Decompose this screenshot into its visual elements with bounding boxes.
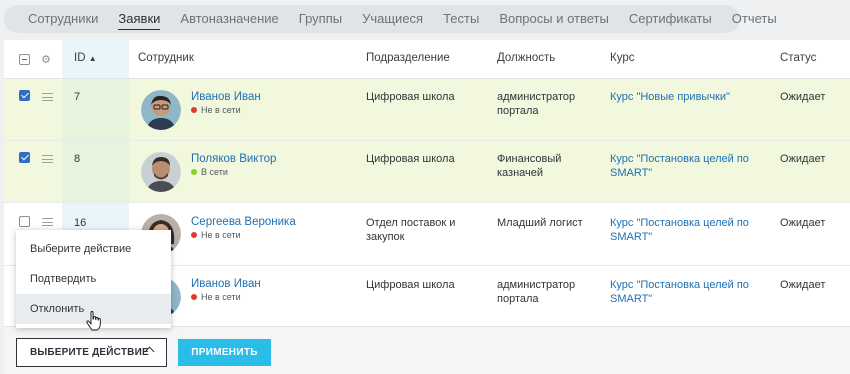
- id-cell-bg: [62, 79, 129, 140]
- presence-status: Не в сети: [191, 292, 241, 302]
- employee-name[interactable]: Поляков Виктор: [191, 153, 276, 165]
- header-employee: Сотрудник: [138, 52, 194, 64]
- position-cell: администратор портала: [497, 91, 576, 117]
- tab-qa[interactable]: Вопросы и ответы: [489, 5, 618, 33]
- row-id: 16: [74, 217, 87, 229]
- avatar[interactable]: [141, 90, 181, 130]
- status-cell: Ожидает: [780, 279, 826, 291]
- header-id[interactable]: ID ▲: [74, 52, 97, 64]
- status-dot-icon: [191, 169, 197, 175]
- course-link[interactable]: Курс "Новые привычки": [610, 90, 765, 104]
- status-dot-icon: [191, 232, 197, 238]
- department-cell: Отдел поставок и закупок: [366, 217, 456, 243]
- course-link[interactable]: Курс "Постановка целей по SMART": [610, 278, 760, 306]
- table-header: ⚙ ID ▲ Сотрудник Подразделение Должность…: [4, 40, 850, 79]
- employee-name[interactable]: Иванов Иван: [191, 91, 261, 103]
- position-cell: Младший логист: [497, 217, 583, 229]
- menu-item-choose-action[interactable]: Выберите действие: [16, 234, 171, 264]
- position-cell: Финансовый казначей: [497, 153, 562, 179]
- apply-button[interactable]: ПРИМЕНИТЬ: [178, 339, 271, 366]
- status-cell: Ожидает: [780, 153, 826, 165]
- tab-groups[interactable]: Группы: [289, 5, 352, 33]
- header-status: Статус: [780, 52, 817, 64]
- row-id: 7: [74, 91, 81, 103]
- table-row[interactable]: 8 Поляков Виктор В сети Цифровая школа Ф…: [4, 141, 850, 203]
- tab-auto-assign[interactable]: Автоназначение: [170, 5, 288, 33]
- avatar[interactable]: [141, 152, 181, 192]
- department-cell: Цифровая школа: [366, 153, 455, 165]
- tab-employees[interactable]: Сотрудники: [18, 5, 108, 33]
- tabs-bar: Сотрудники Заявки Автоназначение Группы …: [4, 5, 777, 33]
- app-root: Сотрудники Заявки Автоназначение Группы …: [0, 0, 850, 374]
- hand-pointer-icon: [86, 311, 101, 331]
- row-id: 8: [74, 153, 81, 165]
- drag-handle-icon[interactable]: [42, 155, 53, 163]
- drag-handle-icon[interactable]: [42, 93, 53, 101]
- select-all-checkbox[interactable]: [19, 54, 30, 65]
- status-cell: Ожидает: [780, 91, 826, 103]
- row-checkbox[interactable]: [19, 90, 30, 101]
- course-link[interactable]: Курс "Постановка целей по SMART": [610, 216, 760, 244]
- tab-reports[interactable]: Отчеты: [722, 5, 787, 33]
- tab-students[interactable]: Учащиеся: [352, 5, 433, 33]
- row-checkbox[interactable]: [19, 216, 30, 227]
- presence-status: В сети: [191, 167, 228, 177]
- tab-requests[interactable]: Заявки: [108, 5, 170, 33]
- id-cell-bg: [62, 141, 129, 202]
- menu-item-approve[interactable]: Подтвердить: [16, 264, 171, 294]
- course-link[interactable]: Курс "Постановка целей по SMART": [610, 152, 760, 180]
- department-cell: Цифровая школа: [366, 279, 455, 291]
- drag-handle-icon[interactable]: [42, 218, 53, 226]
- employee-name[interactable]: Сергеева Вероника: [191, 216, 296, 228]
- presence-status: Не в сети: [191, 105, 241, 115]
- status-dot-icon: [191, 294, 197, 300]
- action-select[interactable]: ВЫБЕРИТЕ ДЕЙСТВИЕ: [16, 338, 167, 367]
- action-select-label: ВЫБЕРИТЕ ДЕЙСТВИЕ: [30, 347, 149, 358]
- row-checkbox[interactable]: [19, 152, 30, 163]
- sort-asc-icon: ▲: [88, 54, 97, 63]
- status-cell: Ожидает: [780, 217, 826, 229]
- position-cell: администратор портала: [497, 279, 576, 305]
- tab-certificates[interactable]: Сертификаты: [619, 5, 722, 33]
- table-row[interactable]: 7 Иванов Иван Не в сети Цифровая школа а…: [4, 79, 850, 141]
- header-course: Курс: [610, 52, 635, 64]
- header-department: Подразделение: [366, 52, 450, 64]
- status-dot-icon: [191, 107, 197, 113]
- tab-tests[interactable]: Тесты: [433, 5, 489, 33]
- header-position: Должность: [497, 52, 556, 64]
- gear-icon[interactable]: ⚙: [41, 53, 51, 66]
- department-cell: Цифровая школа: [366, 91, 455, 103]
- employee-name[interactable]: Иванов Иван: [191, 278, 261, 290]
- presence-status: Не в сети: [191, 230, 241, 240]
